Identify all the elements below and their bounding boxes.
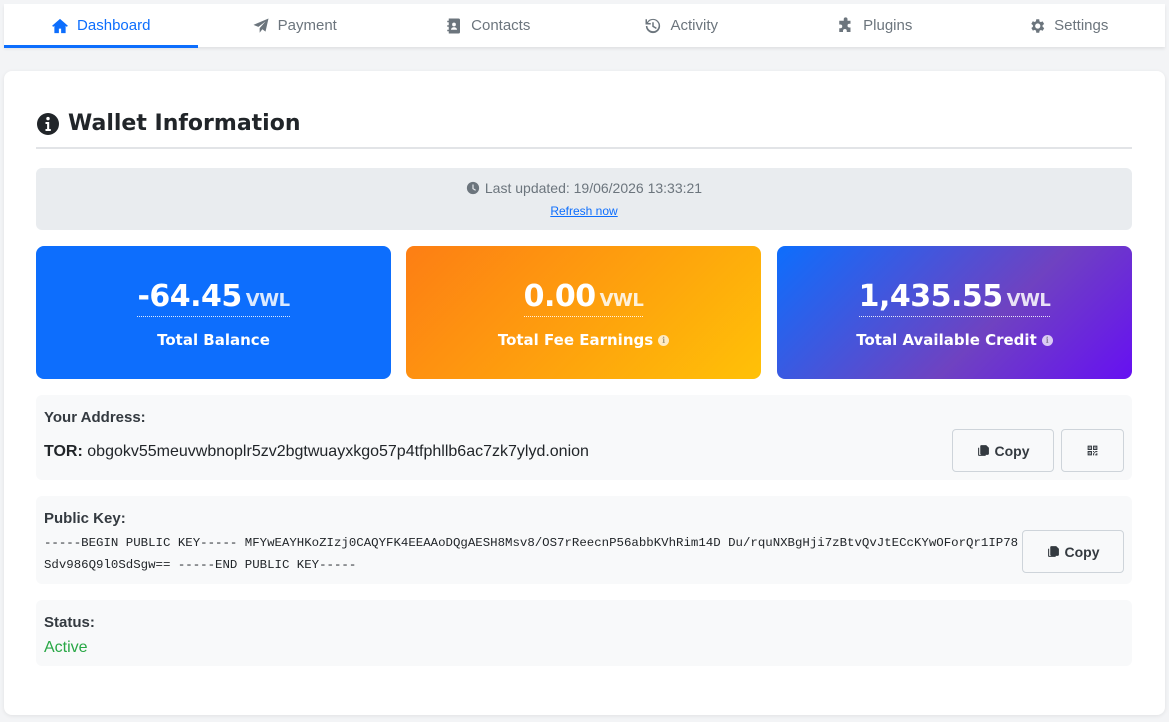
total-balance-label: Total Balance — [36, 331, 391, 349]
tab-plugins[interactable]: Plugins — [778, 4, 972, 47]
copy-label: Copy — [994, 442, 1030, 459]
stat-label: Total Fee Earnings — [497, 331, 654, 349]
amount-unit: VWL — [599, 290, 644, 311]
stat-label: Total Balance — [157, 331, 270, 349]
copy-icon — [977, 445, 989, 456]
info-icon[interactable]: i — [658, 334, 670, 346]
total-available-credit-card: 1,435.55 VWL Total Available Credit i — [777, 246, 1132, 379]
address-prefix: TOR: — [44, 443, 83, 460]
show-qr-button[interactable] — [1061, 429, 1124, 472]
last-updated-banner: Last updated: 19/06/2026 13:33:21 Refres… — [36, 168, 1132, 230]
public-key-panel: Public Key: -----BEGIN PUBLIC KEY----- M… — [36, 496, 1132, 584]
total-fee-earnings-card: 0.00 VWL Total Fee Earnings i — [406, 246, 761, 379]
last-updated-text: Last updated: 19/06/2026 13:33:21 — [484, 180, 703, 196]
tab-label: Plugins — [863, 17, 913, 34]
copy-public-key-button[interactable]: Copy — [1022, 530, 1124, 573]
qr-code-icon — [1087, 445, 1098, 456]
total-available-credit-label: Total Available Credit i — [777, 331, 1132, 349]
gear-icon — [1031, 18, 1045, 33]
tab-activity[interactable]: Activity — [585, 4, 779, 47]
amount-unit: VWL — [1006, 290, 1051, 311]
tab-label: Payment — [277, 17, 337, 34]
address-value: TOR: obgokv55meuvwbnoplr5zv2bgtwuayxkgo5… — [44, 443, 589, 461]
copy-address-button[interactable]: Copy — [952, 429, 1054, 472]
address-label: Your Address: — [44, 409, 146, 426]
status-value: Active — [44, 639, 88, 656]
tab-contacts[interactable]: Contacts — [391, 4, 585, 47]
amount-unit: VWL — [245, 290, 290, 311]
amount-value: 1,435.55 — [858, 279, 1004, 314]
page-title: Wallet Information — [36, 111, 1132, 149]
total-fee-earnings-label: Total Fee Earnings i — [406, 331, 761, 349]
copy-icon — [1047, 546, 1059, 557]
address-text: obgokv55meuvwbnoplr5zv2bgtwuayxkgo57p4tf… — [87, 443, 589, 460]
status-label: Status: — [44, 614, 95, 631]
address-panel: Your Address: TOR: obgokv55meuvwbnoplr5z… — [36, 395, 1132, 480]
address-book-icon — [447, 18, 461, 33]
page-title-text: Wallet Information — [68, 111, 301, 136]
total-balance-amount: -64.45 VWL — [137, 279, 290, 317]
tab-payment[interactable]: Payment — [198, 4, 392, 47]
copy-label: Copy — [1064, 543, 1100, 560]
tab-label: Dashboard — [77, 17, 151, 34]
public-key-label: Public Key: — [44, 510, 126, 527]
home-icon — [52, 18, 68, 33]
puzzle-icon — [839, 16, 851, 32]
refresh-now-link[interactable]: Refresh now — [550, 204, 617, 218]
amount-value: -64.45 — [137, 279, 242, 314]
main-tab-bar: Dashboard Payment Contacts Activity Plug… — [4, 4, 1166, 48]
status-panel: Status: Active — [36, 600, 1132, 666]
info-icon[interactable]: i — [1041, 334, 1053, 346]
total-fee-earnings-amount: 0.00 VWL — [523, 279, 644, 317]
total-balance-card: -64.45 VWL Total Balance — [36, 246, 391, 379]
tab-label: Settings — [1054, 17, 1109, 34]
public-key-value: -----BEGIN PUBLIC KEY----- MFYwEAYHKoZIz… — [44, 536, 1019, 572]
tab-settings[interactable]: Settings — [972, 4, 1166, 47]
tab-label: Activity — [670, 17, 718, 34]
history-icon — [645, 18, 661, 33]
stat-label: Total Available Credit — [856, 331, 1037, 349]
tab-dashboard[interactable]: Dashboard — [4, 4, 198, 48]
clock-icon — [466, 181, 480, 195]
paper-plane-icon — [253, 18, 269, 33]
amount-value: 0.00 — [523, 279, 597, 314]
wallet-card: Wallet Information Last updated: 19/06/2… — [4, 71, 1165, 715]
info-circle-icon — [37, 112, 59, 135]
tab-label: Contacts — [471, 17, 531, 34]
total-available-credit-amount: 1,435.55 VWL — [858, 279, 1051, 317]
